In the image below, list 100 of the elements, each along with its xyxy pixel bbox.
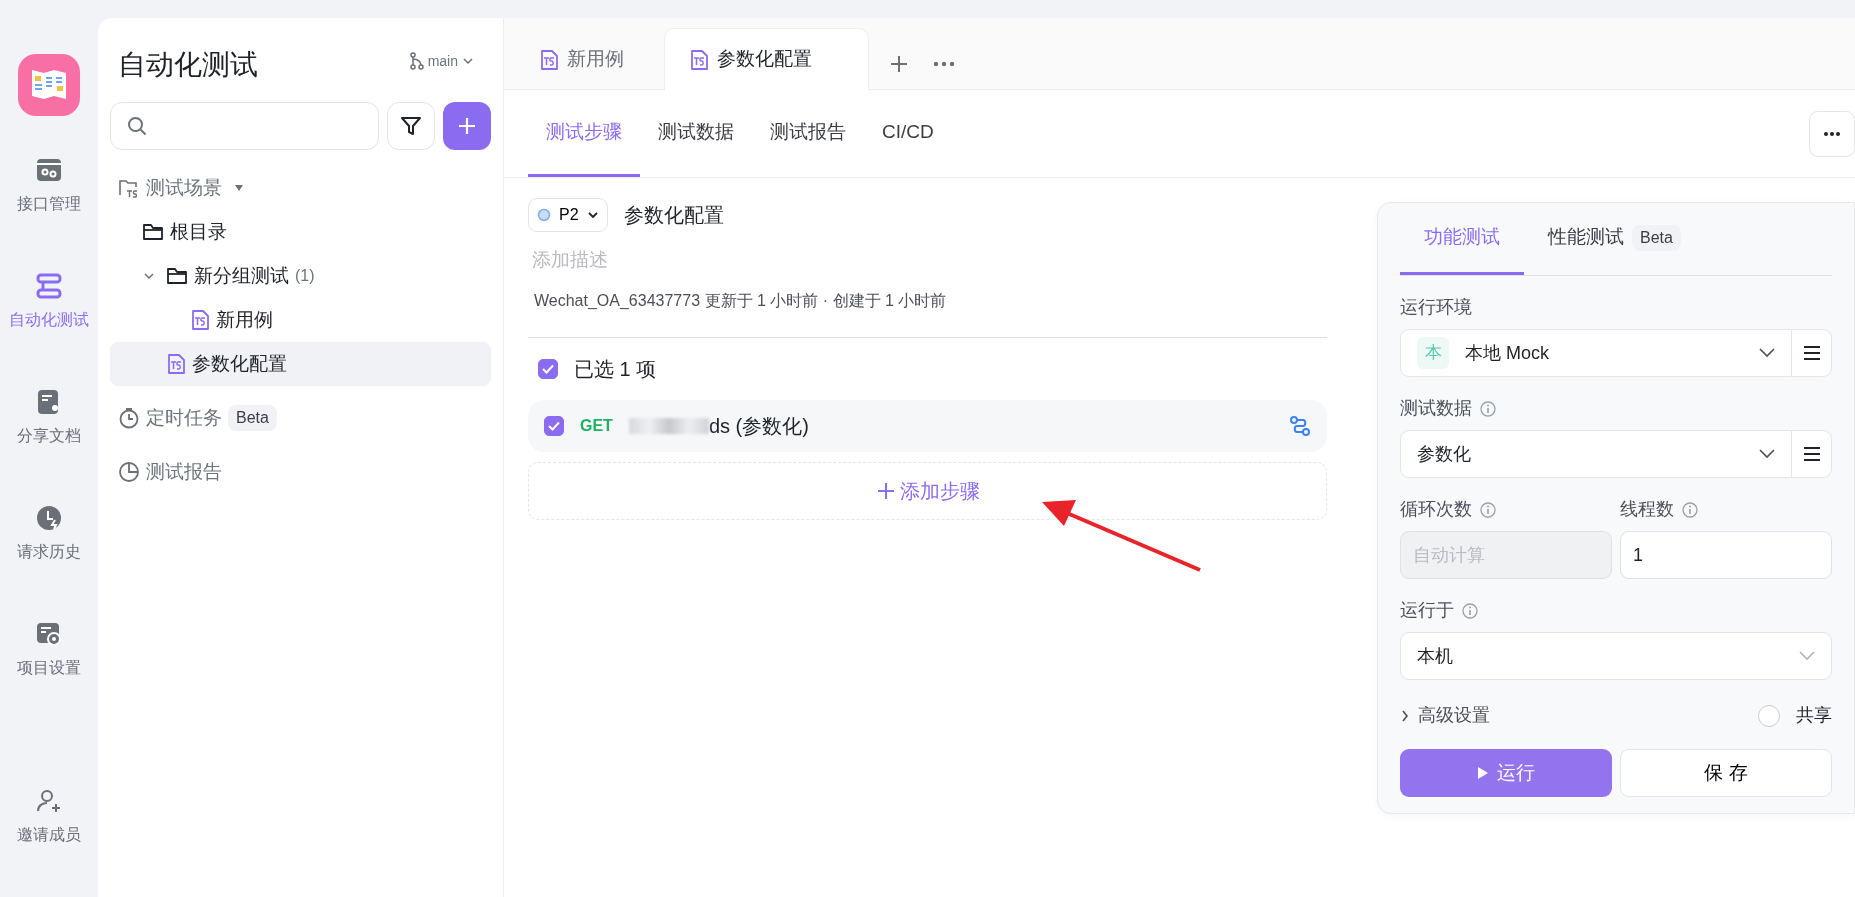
share-checkbox[interactable] <box>1758 704 1780 727</box>
route-icon <box>1289 414 1311 437</box>
clock-icon <box>35 504 63 532</box>
tree-item[interactable]: 测试场景 <box>110 166 491 210</box>
more-button[interactable] <box>1809 110 1855 157</box>
chevron-down-icon <box>1799 651 1815 661</box>
add-step-button[interactable]: 添加步骤 <box>528 461 1327 520</box>
check-icon <box>542 363 554 374</box>
content-tab[interactable]: 测试数据 <box>640 90 752 177</box>
chevron-down-icon <box>586 209 599 221</box>
tree-label: 根目录 <box>170 219 227 244</box>
tree-item[interactable]: 新分组测试 (1) <box>110 254 491 298</box>
branch-icon <box>409 52 424 70</box>
chevron-down-icon <box>1759 449 1775 459</box>
rail-item[interactable]: 邀请成员 <box>17 787 81 847</box>
field-label: 运行于 <box>1400 599 1454 622</box>
tab-label: 功能测试 <box>1424 225 1500 250</box>
file-ts-icon <box>539 48 559 71</box>
content-tab[interactable]: 测试报告 <box>752 90 864 177</box>
item-count: (1) <box>295 266 315 286</box>
caret-down-icon <box>234 184 244 192</box>
tree-item[interactable]: 根目录 <box>110 210 491 254</box>
folder-icon <box>118 178 140 198</box>
step-checkbox[interactable] <box>544 415 564 436</box>
info-icon <box>1462 602 1478 619</box>
settings-icon <box>35 620 63 648</box>
folder-icon <box>142 223 164 241</box>
run-on-select[interactable]: 本机 <box>1400 632 1832 680</box>
tree-label: 新分组测试 <box>194 263 289 288</box>
tree-item[interactable]: 测试报告 <box>110 450 491 494</box>
checkbox-label: 共享 <box>1796 704 1832 727</box>
selected-value: 本机 <box>1417 644 1454 668</box>
chevron-down-icon <box>1759 348 1775 358</box>
info-icon <box>1480 400 1496 417</box>
rail-item[interactable]: 请求历史 <box>17 504 81 564</box>
file-ts-icon <box>689 48 709 71</box>
tree-item[interactable]: 定时任务 Beta <box>110 396 491 440</box>
content-tab[interactable]: CI/CD <box>864 90 952 177</box>
http-method: GET <box>580 415 613 436</box>
field-label: 运行环境 <box>1400 296 1472 319</box>
tree-item[interactable]: 新用例 <box>110 298 491 342</box>
filter-button[interactable] <box>387 102 435 150</box>
tab-label: 性能测试 <box>1548 225 1624 250</box>
calendar-icon <box>35 156 63 184</box>
search-field[interactable] <box>110 102 379 150</box>
plus-icon <box>457 116 477 136</box>
add-button[interactable] <box>443 102 491 150</box>
add-user-icon <box>35 787 63 815</box>
advanced-settings-toggle[interactable]: 高级设置 <box>1400 702 1490 729</box>
run-mode-tab[interactable]: 功能测试 <box>1400 203 1524 275</box>
step-name: ds (参数化) <box>708 413 809 439</box>
play-icon <box>1477 766 1489 780</box>
chevron-down-icon <box>462 55 474 67</box>
save-button[interactable]: 保 存 <box>1620 749 1832 797</box>
content-tab[interactable]: 测试步骤 <box>528 90 640 177</box>
selection-count: 已选 1 项 <box>574 356 657 382</box>
sidebar-title: 自动化测试 <box>118 48 258 82</box>
status-dot-icon <box>537 208 551 222</box>
field-label: 线程数 <box>1620 498 1674 521</box>
selected-value: 参数化 <box>1417 442 1472 466</box>
search-icon <box>127 116 147 136</box>
step-row[interactable]: GET ds (参数化) <box>528 399 1327 452</box>
menu-icon <box>1802 346 1821 360</box>
run-mode-tab[interactable]: 性能测试 Beta <box>1524 203 1705 275</box>
environment-select[interactable]: 本 本地 Mock <box>1400 329 1792 377</box>
tree-label: 测试场景 <box>146 175 222 200</box>
more-icon <box>1823 130 1841 137</box>
editor-tab[interactable]: 新用例 <box>514 28 664 90</box>
tree-label: 定时任务 <box>146 405 222 430</box>
select-all-checkbox[interactable] <box>538 358 558 379</box>
case-title: 参数化配置 <box>623 203 724 228</box>
rail-item[interactable]: 接口管理 <box>17 156 81 216</box>
pie-chart-icon <box>118 461 140 483</box>
filter-icon <box>400 115 422 137</box>
tree-label: 参数化配置 <box>192 351 287 376</box>
rail-item[interactable]: 自动化测试 <box>9 272 89 332</box>
tree-label: 新用例 <box>216 307 273 332</box>
case-meta: Wechat_OA_63437773 更新于 1 小时前 · 创建于 1 小时前 <box>528 288 1327 338</box>
plus-icon <box>889 53 909 74</box>
tree-item[interactable]: 参数化配置 <box>110 342 491 386</box>
info-icon <box>1480 501 1496 518</box>
info-icon <box>1682 501 1698 518</box>
file-ts-icon <box>166 353 186 375</box>
rail-item[interactable]: 项目设置 <box>17 620 81 680</box>
thread-count-field[interactable]: 1 <box>1620 531 1832 579</box>
test-data-select[interactable]: 参数化 <box>1400 430 1792 478</box>
field-label: 测试数据 <box>1400 397 1472 420</box>
folder-icon <box>166 267 188 285</box>
editor-tab[interactable]: 参数化配置 <box>664 28 869 90</box>
priority-selector[interactable]: P2 <box>528 198 608 232</box>
check-icon <box>548 420 560 431</box>
beta-badge: Beta <box>228 405 277 431</box>
list-button[interactable] <box>1792 329 1832 377</box>
branch-selector[interactable]: main <box>400 45 483 77</box>
stack-icon <box>35 272 63 300</box>
plus-icon <box>875 480 896 501</box>
list-button[interactable] <box>1792 430 1832 478</box>
rail-item[interactable]: 分享文档 <box>17 388 81 448</box>
tree-label: 测试报告 <box>146 459 222 484</box>
run-button[interactable]: 运行 <box>1400 749 1612 797</box>
